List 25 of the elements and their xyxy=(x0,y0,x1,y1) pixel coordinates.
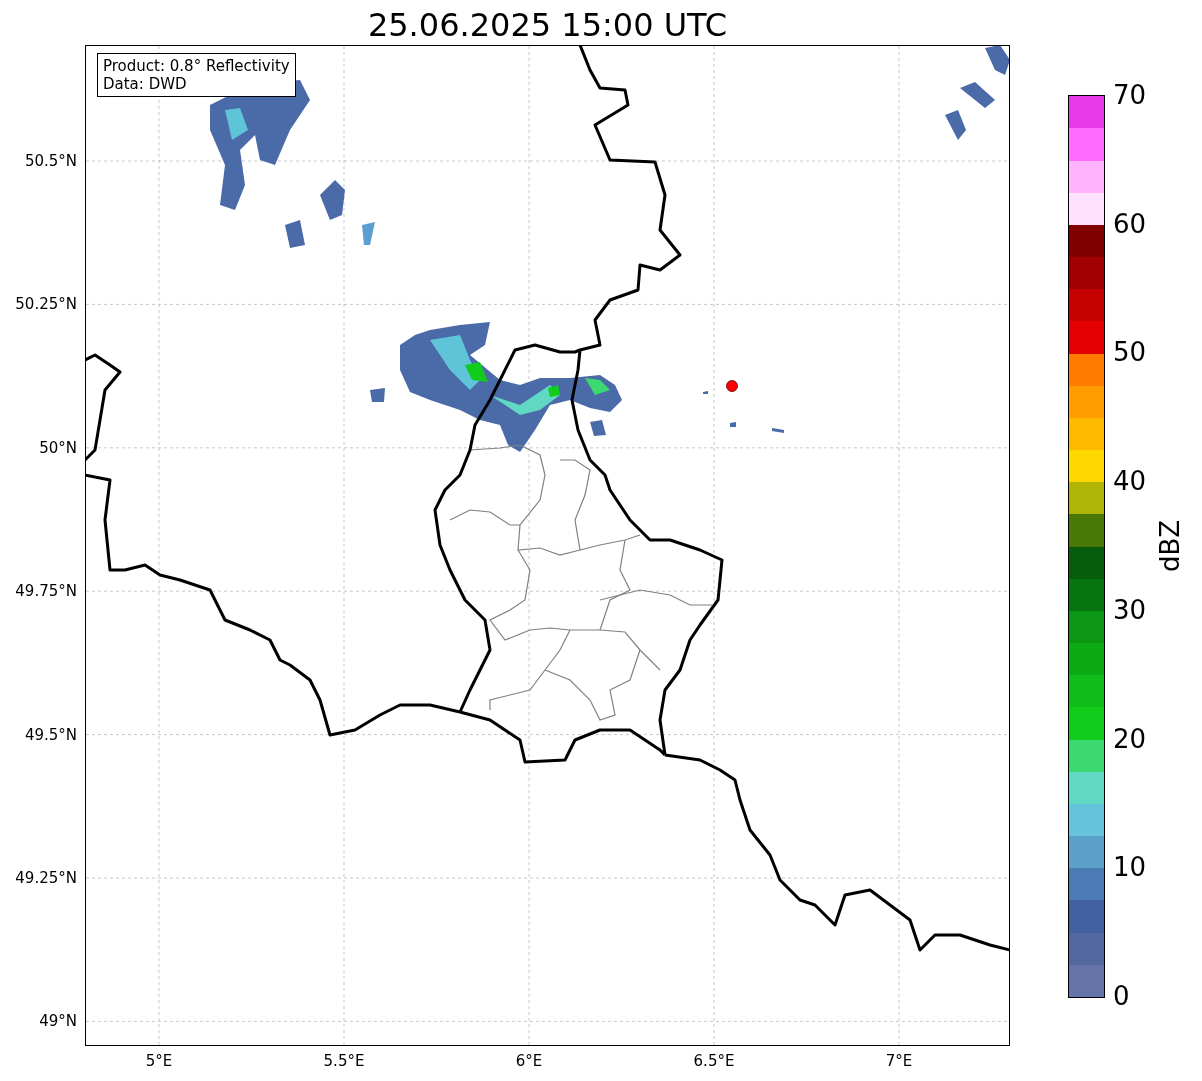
legend-text: Product: 0.8° Reflectivity xyxy=(103,57,290,75)
y-tick-label: 50.25°N xyxy=(15,295,77,314)
colorbar-tick-label: 40 xyxy=(1113,466,1147,497)
y-tick-label: 50.5°N xyxy=(24,152,77,170)
y-tick-label: 49.75°N xyxy=(15,582,77,601)
colorbar-label: dBZ xyxy=(1155,519,1185,572)
colorbar-tick-label: 10 xyxy=(1113,852,1147,883)
colorbar-tick-label: 70 xyxy=(1113,80,1147,110)
x-tick-label: 5.5°E xyxy=(323,1052,365,1070)
x-tick-label: 6.5°E xyxy=(693,1052,735,1070)
x-tick-label: 6°E xyxy=(515,1052,543,1070)
location-marker xyxy=(726,380,738,392)
colorbar-tick-label: 60 xyxy=(1113,208,1147,239)
colorbar-tick-label: 20 xyxy=(1113,723,1147,754)
y-tick-label: 49°N xyxy=(39,1012,77,1031)
y-tick-label: 49.25°N xyxy=(15,869,77,887)
y-tick-label: 50°N xyxy=(39,438,77,457)
x-tick-label: 5°E xyxy=(145,1052,173,1070)
colorbar-tick-label: 0 xyxy=(1113,981,1130,1011)
colorbar-tick-label: 50 xyxy=(1113,337,1147,368)
legend-text: Data: DWD xyxy=(103,75,188,93)
colorbar-tick-label: 30 xyxy=(1113,594,1147,625)
x-tick-label: 7°E xyxy=(885,1052,913,1070)
chart-title: 25.06.2025 15:00 UTC xyxy=(367,5,728,45)
y-tick-label: 49.5°N xyxy=(24,725,77,744)
